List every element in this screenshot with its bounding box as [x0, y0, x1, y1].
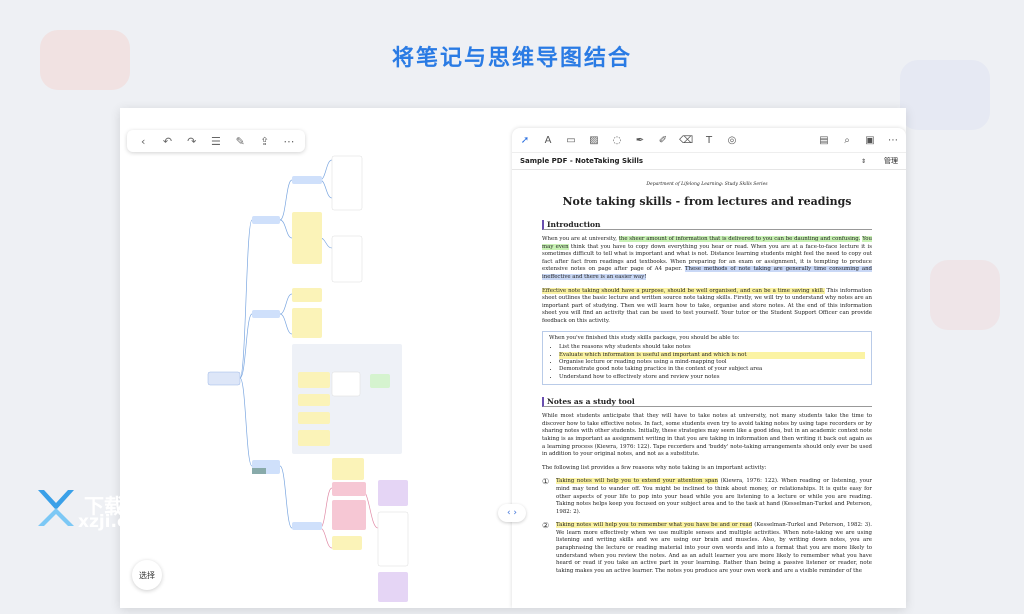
ipad-screen: ‹ ↶ ↷ ☰ ✎ ⇪ ⋯ 选择 ‹ › ➚ A ▭ ▨ ◌ ✒ ✐ ⌫ T ◎…	[120, 108, 906, 608]
list-item: List the reasons why students should tak…	[559, 344, 865, 351]
list-item: Evaluate which information is useful and…	[559, 351, 865, 359]
section-heading: Introduction	[542, 220, 872, 230]
list-item: Demonstrate good note taking practice in…	[559, 366, 865, 373]
paragraph: When you are at university, the sheer am…	[542, 236, 873, 280]
pointer-icon[interactable]: ➚	[518, 135, 532, 146]
watermark-en: xzji.com	[78, 512, 157, 532]
rect-select-icon[interactable]: ▭	[564, 135, 578, 146]
section-heading: Notes as a study tool	[542, 397, 872, 408]
logo-icon	[38, 490, 74, 526]
image-select-icon[interactable]: ▨	[587, 135, 601, 146]
mindmap-pane: ‹ ↶ ↷ ☰ ✎ ⇪ ⋯ 选择	[120, 108, 512, 608]
watermark-logo: 下载集 xzji.com	[34, 486, 164, 536]
redo-icon[interactable]: ↷	[184, 135, 200, 148]
split-view-handle[interactable]: ‹ ›	[498, 504, 526, 522]
manage-button[interactable]: 管理	[884, 156, 898, 166]
lasso-icon[interactable]: ◌	[610, 135, 624, 146]
mindmap-toolbar: ‹ ↶ ↷ ☰ ✎ ⇪ ⋯	[127, 130, 305, 152]
list-item: ② Taking notes will help you to remember…	[542, 521, 872, 574]
pdf-tab-bar: Sample PDF - NoteTaking Skills ⇕ 管理	[512, 153, 906, 170]
bookmark-icon[interactable]: ▣	[863, 135, 877, 146]
eraser-icon[interactable]: ⌫	[679, 135, 693, 146]
select-button[interactable]: 选择	[132, 560, 162, 590]
document-icon[interactable]: ▤	[817, 135, 831, 146]
share-icon[interactable]: ⇪	[257, 135, 273, 148]
pen-icon[interactable]: ✒	[633, 135, 647, 146]
reasons-list: ① Taking notes will help you to extend y…	[542, 478, 872, 575]
back-icon[interactable]: ‹	[135, 135, 151, 148]
list-item: ① Taking notes will help you to extend y…	[542, 477, 872, 515]
headline: 将笔记与思维导图结合	[391, 46, 632, 71]
annotation-mark-icon: ①	[542, 477, 550, 487]
list-icon[interactable]: ☰	[208, 135, 224, 148]
pdf-toolbar: ➚ A ▭ ▨ ◌ ✒ ✐ ⌫ T ◎ ▤ ⌕ ▣ ⋯	[512, 128, 906, 153]
pdf-title: Note taking skills - from lectures and r…	[562, 195, 852, 208]
undo-icon[interactable]: ↶	[159, 135, 175, 148]
pdf-pane: ➚ A ▭ ▨ ◌ ✒ ✐ ⌫ T ◎ ▤ ⌕ ▣ ⋯ Sample PDF -…	[512, 128, 906, 608]
edit-icon[interactable]: ✎	[232, 135, 248, 148]
search-icon[interactable]: ⌕	[840, 135, 854, 146]
objectives-box: When you've finished this study skills p…	[542, 330, 872, 386]
mindmap-canvas[interactable]	[120, 108, 512, 608]
list-item: Organise lecture or reading notes using …	[559, 359, 865, 366]
pdf-tab-title[interactable]: Sample PDF - NoteTaking Skills	[520, 157, 643, 165]
pdf-page[interactable]: Department of Lifelong Learning: Study S…	[542, 174, 873, 575]
textbox-icon[interactable]: T	[702, 135, 716, 146]
pdf-department: Department of Lifelong Learning: Study S…	[646, 182, 768, 187]
text-highlight-icon[interactable]: A	[541, 135, 555, 146]
paragraph: While most students anticipate that they…	[542, 413, 872, 458]
list-item: Understand how to effectively store and …	[559, 374, 865, 381]
shape-icon[interactable]: ◎	[725, 135, 739, 146]
paragraph: The following list provides a few reason…	[542, 464, 767, 471]
more-icon[interactable]: ⋯	[281, 135, 297, 148]
paragraph: Effective note taking should have a purp…	[542, 287, 872, 324]
sort-icon[interactable]: ⇕	[861, 158, 866, 165]
annotation-mark-icon: ②	[542, 521, 550, 531]
more-icon[interactable]: ⋯	[886, 135, 900, 146]
highlighter-icon[interactable]: ✐	[656, 135, 670, 146]
background-decoration	[930, 260, 1000, 330]
